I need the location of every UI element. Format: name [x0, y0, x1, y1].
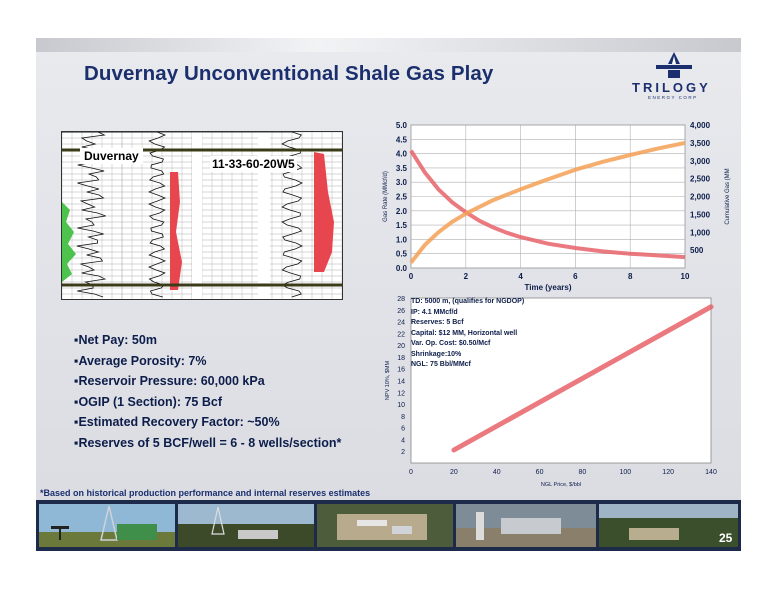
y2-tick-label: 2,000: [690, 193, 711, 202]
y2-tick-label: 2,500: [690, 175, 711, 184]
page-number: 25: [719, 531, 733, 545]
annotation-line: Reserves: 5 Bcf: [411, 319, 464, 326]
y-tick-label: 1.5: [396, 221, 408, 230]
gas-plant-photo: [456, 504, 596, 547]
y-tick-label: 20: [397, 343, 405, 350]
x-axis-label: NGL Price, $/bbl: [541, 482, 581, 488]
well-log-image: Duvernay 11-33-60-20W5: [61, 131, 343, 300]
y2-tick-label: 1,000: [690, 228, 711, 237]
production-profile-chart: 0.0 0.5 1.0 1.5 2.0 2.5 3.0 3.5 4.0 4.5 5.0 0 2 4 6 8 10…: [383, 121, 731, 292]
y-tick-label: 28: [397, 296, 405, 303]
y-tick-label: 1.0: [396, 235, 408, 244]
list-item: ▪Reservoir Pressure: 60,000 kPa: [74, 374, 265, 388]
x-tick-label: 8: [628, 272, 633, 281]
logo-wordmark: TRILOGY: [632, 80, 711, 95]
y-tick-label: 22: [397, 331, 405, 338]
wellsite-photo: [599, 504, 738, 547]
x-tick-label: 100: [619, 469, 631, 476]
x-tick-label: 0: [409, 469, 413, 476]
x-tick-label: 6: [573, 272, 578, 281]
list-item: ▪OGIP (1 Section): 75 Bcf: [74, 394, 222, 409]
y-axis-label: NPV 10%, $MM: [385, 361, 391, 401]
y-tick-label: 2.5: [396, 193, 408, 202]
annotation-line: NGL: 75 Bbl/MMcf: [411, 361, 471, 368]
x-tick-label: 40: [493, 469, 501, 476]
y2-axis-label: Cumulative Gas (MM: [725, 168, 731, 224]
photo-strip: [36, 500, 741, 551]
x-axis-label: Time (years): [525, 283, 572, 292]
key-facts-list: ▪Net Pay: 50m ▪Average Porosity: 7% ▪Res…: [74, 333, 341, 456]
annotation-line: Var. Op. Cost: $0.50/Mcf: [411, 340, 491, 347]
x-tick-label: 140: [705, 469, 717, 476]
x-tick-label: 4: [518, 272, 523, 281]
well-id-label: 11-33-60-20W5: [210, 156, 297, 172]
y2-tick-label: 1,500: [690, 210, 711, 219]
x-tick-label: 60: [536, 469, 544, 476]
list-item: ▪Estimated Recovery Factor: ~50%: [74, 415, 280, 429]
y-tick-label: 18: [397, 355, 405, 362]
y-tick-label: 0.0: [396, 264, 408, 273]
y-tick-label: 2: [401, 449, 405, 456]
y-axis-label: Gas Rate (MMcf/d): [383, 171, 389, 222]
y2-tick-label: 3,000: [690, 157, 711, 166]
annotation-line: Capital: $12 MM, Horizontal well: [411, 329, 518, 337]
annotation-line: IP: 4.1 MMcf/d: [411, 308, 458, 316]
y-tick-label: 0.5: [396, 250, 408, 259]
y-tick-label: 4: [401, 437, 405, 444]
log-track-gap: [192, 132, 202, 299]
y-tick-label: 16: [397, 367, 405, 374]
annotation-line: Shrinkage:10%: [411, 350, 462, 358]
aerial-facility-photo: [317, 504, 453, 547]
list-item: ▪Net Pay: 50m: [74, 333, 157, 347]
y-tick-label: 4.0: [396, 150, 408, 159]
x-tick-label: 80: [579, 469, 587, 476]
y2-tick-label: 3,500: [690, 139, 711, 148]
y-tick-label: 3.0: [396, 178, 408, 187]
y-tick-label: 5.0: [396, 121, 408, 130]
y-tick-label: 14: [397, 379, 405, 386]
formation-label: Duvernay: [80, 148, 143, 164]
x-tick-label: 2: [464, 272, 469, 281]
y-tick-label: 6: [401, 426, 405, 433]
x-tick-label: 10: [681, 272, 690, 281]
y-tick-label: 26: [397, 308, 405, 315]
chart-assumptions: TD: 5000 m, (qualifies for NGDOP) IP: 4.…: [411, 297, 524, 371]
y2-tick-label: 500: [690, 246, 704, 255]
x-tick-label: 120: [662, 469, 674, 476]
slide-title: Duvernay Unconventional Shale Gas Play: [84, 62, 494, 85]
y-tick-label: 8: [401, 414, 405, 421]
annotation-line: TD: 5000 m, (qualifies for NGDOP): [411, 298, 525, 305]
x-tick-label: 20: [450, 469, 458, 476]
y-tick-label: 12: [397, 390, 405, 397]
y-tick-label: 24: [397, 320, 405, 327]
drilling-rig-photo: [178, 504, 314, 547]
y-tick-label: 4.5: [396, 135, 408, 144]
footnote: *Based on historical production performa…: [40, 488, 371, 498]
x-tick-label: 0: [409, 272, 414, 281]
list-item: ▪Average Porosity: 7%: [74, 353, 207, 368]
y2-tick-label: 4,000: [690, 121, 711, 130]
y-tick-label: 3.5: [396, 164, 408, 173]
oilfield-pumpjack-photo: [39, 504, 175, 547]
y-tick-label: 2.0: [396, 207, 408, 216]
logo-subtitle: ENERGY CORP: [648, 95, 698, 100]
list-item: ▪Reserves of 5 BCF/well = 6 - 8 wells/se…: [74, 435, 342, 450]
y-tick-label: 10: [397, 402, 405, 409]
